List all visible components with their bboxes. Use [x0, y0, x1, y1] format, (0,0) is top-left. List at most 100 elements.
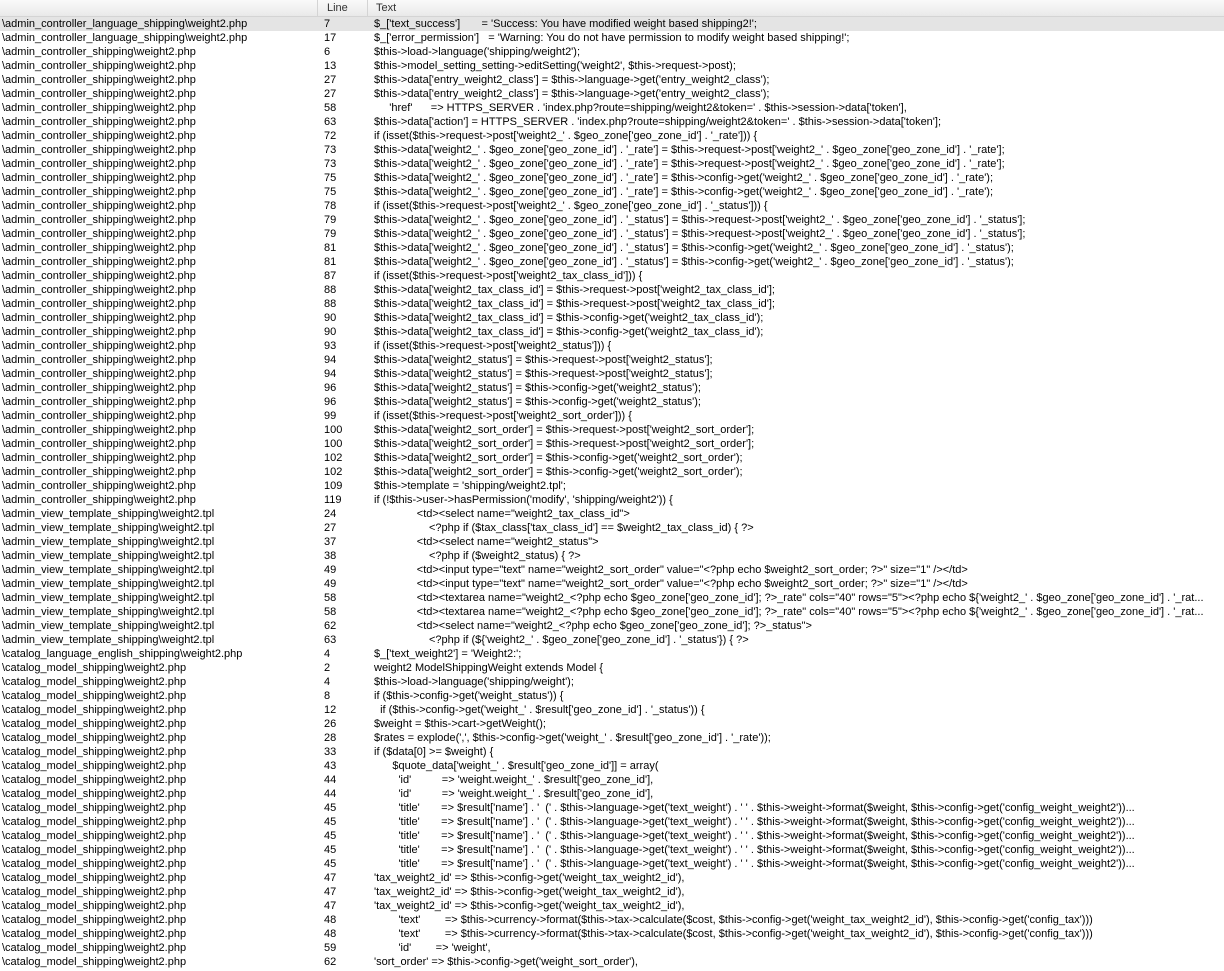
column-header-text[interactable]: Text: [368, 0, 1224, 16]
result-row[interactable]: \catalog_model_shipping\weight2.php 59 'i…: [0, 941, 1224, 955]
result-row[interactable]: \catalog_model_shipping\weight2.php 33 if …: [0, 745, 1224, 759]
result-file-cell: \catalog_model_shipping\weight2.php: [2, 844, 187, 856]
result-row[interactable]: \admin_controller_shipping\weight2.php 79…: [0, 227, 1224, 241]
result-file-cell: \admin_controller_shipping\weight2.php: [2, 102, 196, 114]
result-file-cell: \catalog_model_shipping\weight2.php: [2, 704, 187, 716]
result-line-cell: 81: [324, 242, 337, 254]
result-row[interactable]: \admin_controller_shipping\weight2.php 93…: [0, 339, 1224, 353]
result-row[interactable]: \catalog_model_shipping\weight2.php 45 't…: [0, 843, 1224, 857]
result-text-cell: 'title' => $result['name'] . ' (' . $thi…: [374, 830, 1135, 842]
result-row[interactable]: \admin_controller_shipping\weight2.php 10…: [0, 451, 1224, 465]
result-row[interactable]: \admin_controller_shipping\weight2.php 79…: [0, 213, 1224, 227]
result-text-cell: $this->data['weight2_tax_class_id'] = $t…: [374, 326, 764, 338]
result-row[interactable]: \admin_controller_language_shipping\weig…: [0, 31, 1224, 45]
result-file-cell: \catalog_model_shipping\weight2.php: [2, 760, 187, 772]
result-row[interactable]: \catalog_model_shipping\weight2.php 47 'ta…: [0, 899, 1224, 913]
result-row[interactable]: \catalog_model_shipping\weight2.php 47 'ta…: [0, 871, 1224, 885]
result-row[interactable]: \catalog_model_shipping\weight2.php 44 'i…: [0, 787, 1224, 801]
result-row[interactable]: \admin_controller_shipping\weight2.php 94…: [0, 353, 1224, 367]
result-row[interactable]: \catalog_language_english_shipping\weigh…: [0, 647, 1224, 661]
result-row[interactable]: \catalog_model_shipping\weight2.php 45 't…: [0, 829, 1224, 843]
result-file-cell: \admin_controller_shipping\weight2.php: [2, 270, 196, 282]
result-row[interactable]: \catalog_model_shipping\weight2.php 48 't…: [0, 913, 1224, 927]
result-text-cell: <td><input type="text" name="weight2_sor…: [374, 578, 968, 590]
result-text-cell: $this->data['action'] = HTTPS_SERVER . '…: [374, 116, 942, 128]
result-file-cell: \admin_controller_shipping\weight2.php: [2, 172, 196, 184]
result-row[interactable]: \admin_controller_shipping\weight2.php 88…: [0, 297, 1224, 311]
result-row[interactable]: \catalog_model_shipping\weight2.php 12 if…: [0, 703, 1224, 717]
result-line-cell: 38: [324, 550, 337, 562]
result-row[interactable]: \admin_view_template_shipping\weight2.tp…: [0, 619, 1224, 633]
result-row[interactable]: \admin_controller_language_shipping\weig…: [0, 17, 1224, 31]
column-header-file[interactable]: [0, 0, 318, 16]
result-line-cell: 45: [324, 844, 337, 856]
result-row[interactable]: \catalog_model_shipping\weight2.php 8 if (…: [0, 689, 1224, 703]
result-row[interactable]: \catalog_model_shipping\weight2.php 4 $thi…: [0, 675, 1224, 689]
result-row[interactable]: \admin_controller_shipping\weight2.php 10…: [0, 479, 1224, 493]
result-file-cell: \admin_controller_shipping\weight2.php: [2, 186, 196, 198]
result-file-cell: \catalog_model_shipping\weight2.php: [2, 690, 187, 702]
result-row[interactable]: \admin_view_template_shipping\weight2.tp…: [0, 633, 1224, 647]
result-row[interactable]: \admin_controller_shipping\weight2.php 87…: [0, 269, 1224, 283]
result-row[interactable]: \admin_controller_shipping\weight2.php 13…: [0, 59, 1224, 73]
result-row[interactable]: \admin_controller_shipping\weight2.php 90…: [0, 325, 1224, 339]
result-row[interactable]: \catalog_model_shipping\weight2.php 28 $ra…: [0, 731, 1224, 745]
result-row[interactable]: \admin_view_template_shipping\weight2.tp…: [0, 507, 1224, 521]
result-line-cell: 45: [324, 858, 337, 870]
result-row[interactable]: \catalog_model_shipping\weight2.php 44 'i…: [0, 773, 1224, 787]
result-text-cell: $this->data['weight2_' . $geo_zone['geo_…: [374, 186, 994, 198]
result-row[interactable]: \admin_controller_shipping\weight2.php 75…: [0, 171, 1224, 185]
result-row[interactable]: \admin_view_template_shipping\weight2.tp…: [0, 535, 1224, 549]
result-row[interactable]: \admin_controller_shipping\weight2.php 78…: [0, 199, 1224, 213]
result-line-cell: 6: [324, 46, 331, 58]
result-row[interactable]: \admin_controller_shipping\weight2.php 96…: [0, 395, 1224, 409]
result-row[interactable]: \admin_controller_shipping\weight2.php 11…: [0, 493, 1224, 507]
result-text-cell: $this->data['weight2_' . $geo_zone['geo_…: [374, 144, 1005, 156]
result-row[interactable]: \admin_controller_shipping\weight2.php 73…: [0, 157, 1224, 171]
result-row[interactable]: \admin_controller_shipping\weight2.php 96…: [0, 381, 1224, 395]
result-row[interactable]: \admin_controller_shipping\weight2.php 10…: [0, 423, 1224, 437]
result-row[interactable]: \admin_controller_shipping\weight2.php 90…: [0, 311, 1224, 325]
result-row[interactable]: \admin_controller_shipping\weight2.php 27…: [0, 73, 1224, 87]
result-row[interactable]: \catalog_model_shipping\weight2.php 48 't…: [0, 927, 1224, 941]
result-row[interactable]: \admin_controller_shipping\weight2.php 75…: [0, 185, 1224, 199]
result-text-cell: if ($this->config->get('weight_' . $resu…: [374, 704, 705, 716]
result-text-cell: if ($this->config->get('weight_status'))…: [374, 690, 564, 702]
result-row[interactable]: \admin_view_template_shipping\weight2.tp…: [0, 591, 1224, 605]
result-row[interactable]: \admin_controller_shipping\weight2.php 94…: [0, 367, 1224, 381]
result-row[interactable]: \catalog_model_shipping\weight2.php 26 $we…: [0, 717, 1224, 731]
result-row[interactable]: \admin_controller_shipping\weight2.php 6 $…: [0, 45, 1224, 59]
result-row[interactable]: \admin_controller_shipping\weight2.php 10…: [0, 437, 1224, 451]
result-row[interactable]: \admin_controller_shipping\weight2.php 10…: [0, 465, 1224, 479]
result-text-cell: $this->data['weight2_sort_order'] = $thi…: [374, 438, 755, 450]
result-row[interactable]: \catalog_model_shipping\weight2.php 62 'so…: [0, 955, 1224, 969]
result-line-cell: 26: [324, 718, 337, 730]
result-row[interactable]: \admin_view_template_shipping\weight2.tp…: [0, 521, 1224, 535]
column-header-line[interactable]: Line: [318, 0, 368, 16]
result-row[interactable]: \admin_view_template_shipping\weight2.tp…: [0, 563, 1224, 577]
result-row[interactable]: \catalog_model_shipping\weight2.php 45 't…: [0, 857, 1224, 871]
result-row[interactable]: \admin_view_template_shipping\weight2.tp…: [0, 605, 1224, 619]
result-row[interactable]: \admin_controller_shipping\weight2.php 88…: [0, 283, 1224, 297]
result-row[interactable]: \admin_controller_shipping\weight2.php 81…: [0, 241, 1224, 255]
result-row[interactable]: \catalog_model_shipping\weight2.php 45 't…: [0, 815, 1224, 829]
result-row[interactable]: \admin_view_template_shipping\weight2.tp…: [0, 549, 1224, 563]
result-row[interactable]: \admin_controller_shipping\weight2.php 72…: [0, 129, 1224, 143]
result-row[interactable]: \admin_controller_shipping\weight2.php 73…: [0, 143, 1224, 157]
result-text-cell: 'tax_weight2_id' => $this->config->get('…: [374, 900, 685, 912]
result-row[interactable]: \admin_controller_shipping\weight2.php 27…: [0, 87, 1224, 101]
result-row[interactable]: \catalog_model_shipping\weight2.php 2 weig…: [0, 661, 1224, 675]
result-line-cell: 100: [324, 438, 343, 450]
result-row[interactable]: \admin_controller_shipping\weight2.php 58…: [0, 101, 1224, 115]
result-text-cell: $this->data['weight2_tax_class_id'] = $t…: [374, 284, 775, 296]
result-row[interactable]: \admin_controller_shipping\weight2.php 99…: [0, 409, 1224, 423]
result-row[interactable]: \catalog_model_shipping\weight2.php 47 'ta…: [0, 885, 1224, 899]
result-text-cell: if (isset($this->request->post['weight2_…: [374, 410, 632, 422]
result-row[interactable]: \catalog_model_shipping\weight2.php 43 $q…: [0, 759, 1224, 773]
result-row[interactable]: \admin_controller_shipping\weight2.php 63…: [0, 115, 1224, 129]
result-row[interactable]: \catalog_model_shipping\weight2.php 45 't…: [0, 801, 1224, 815]
result-row[interactable]: \admin_view_template_shipping\weight2.tp…: [0, 577, 1224, 591]
result-text-cell: 'sort_order' => $this->config->get('weig…: [374, 956, 638, 968]
result-row[interactable]: \admin_controller_shipping\weight2.php 81…: [0, 255, 1224, 269]
result-text-cell: $this->data['weight2_status'] = $this->c…: [374, 396, 701, 408]
